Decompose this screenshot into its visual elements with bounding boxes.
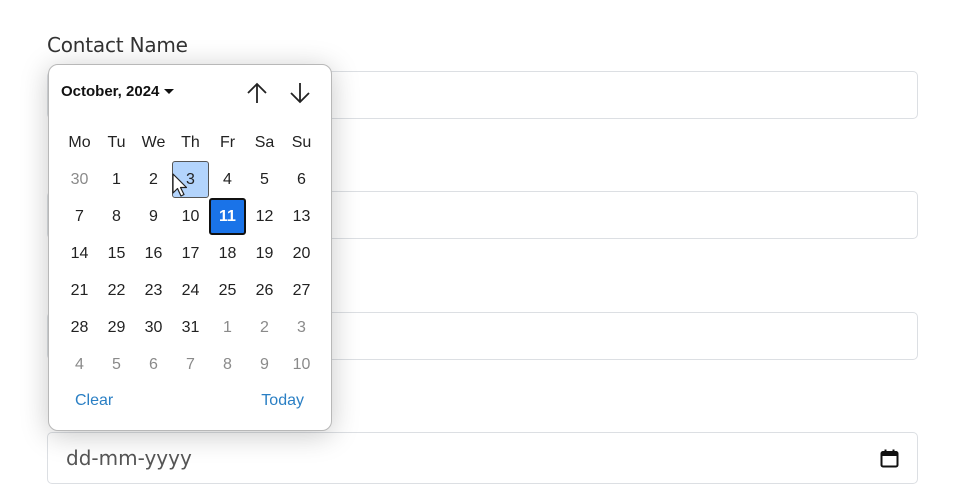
day-cell[interactable]: 17 — [172, 235, 209, 272]
weekday-header: Th — [181, 133, 200, 151]
month-year-label: October, 2024 — [61, 83, 160, 100]
day-cell[interactable]: 1 — [209, 309, 246, 346]
day-cell[interactable]: 8 — [98, 198, 135, 235]
day-cell[interactable]: 12 — [246, 198, 283, 235]
day-cell[interactable]: 30 — [135, 309, 172, 346]
day-cell[interactable]: 3 — [283, 309, 320, 346]
calendar-grid: Mo Tu We Th Fr Sa Su 30 1 2 3 4 5 6 7 8 9 10 11 12 13 14 15 16 1… — [61, 124, 320, 383]
day-cell[interactable]: 6 — [135, 346, 172, 383]
weekday-header: Su — [291, 133, 312, 151]
day-cell[interactable]: 27 — [283, 272, 320, 309]
day-cell[interactable]: 2 — [135, 161, 172, 198]
clear-button[interactable]: Clear — [75, 392, 113, 410]
day-cell-selected[interactable]: 11 — [209, 198, 246, 235]
day-cell[interactable]: 6 — [283, 161, 320, 198]
datepicker-header: October, 2024 — [61, 82, 319, 105]
day-cell[interactable]: 8 — [209, 346, 246, 383]
arrow-down-icon — [290, 83, 310, 104]
weekday-header: Mo — [68, 133, 91, 151]
day-cell[interactable]: 2 — [246, 309, 283, 346]
day-cell[interactable]: 31 — [172, 309, 209, 346]
contact-name-label: Contact Name — [47, 33, 188, 57]
day-cell[interactable]: 24 — [172, 272, 209, 309]
day-cell[interactable]: 22 — [98, 272, 135, 309]
day-cell[interactable]: 10 — [172, 198, 209, 235]
prev-month-button[interactable] — [244, 79, 270, 107]
day-cell[interactable]: 4 — [61, 346, 98, 383]
day-cell[interactable]: 10 — [283, 346, 320, 383]
day-cell[interactable]: 1 — [98, 161, 135, 198]
datepicker-footer: Clear Today — [49, 392, 331, 412]
day-cell[interactable]: 28 — [61, 309, 98, 346]
day-cell[interactable]: 26 — [246, 272, 283, 309]
weekday-header: Fr — [219, 133, 236, 151]
day-cell[interactable]: 21 — [61, 272, 98, 309]
day-cell[interactable]: 20 — [283, 235, 320, 272]
day-cell[interactable]: 16 — [135, 235, 172, 272]
day-cell[interactable]: 25 — [209, 272, 246, 309]
day-cell[interactable]: 18 — [209, 235, 246, 272]
caret-down-icon — [164, 89, 175, 94]
date-input[interactable]: dd-mm-yyyy — [47, 432, 918, 484]
day-cell[interactable]: 5 — [98, 346, 135, 383]
day-cell[interactable]: 15 — [98, 235, 135, 272]
day-cell[interactable]: 4 — [209, 161, 246, 198]
day-cell[interactable]: 23 — [135, 272, 172, 309]
day-cell[interactable]: 5 — [246, 161, 283, 198]
day-cell[interactable]: 30 — [61, 161, 98, 198]
date-placeholder: dd-mm-yyyy — [66, 446, 192, 470]
day-cell[interactable]: 9 — [246, 346, 283, 383]
day-cell[interactable]: 13 — [283, 198, 320, 235]
day-cell[interactable]: 7 — [61, 198, 98, 235]
day-cell[interactable]: 19 — [246, 235, 283, 272]
weekday-header: Tu — [107, 133, 126, 151]
day-cell[interactable]: 7 — [172, 346, 209, 383]
weekday-header: We — [141, 133, 166, 151]
day-cell[interactable]: 14 — [61, 235, 98, 272]
weekday-header: Sa — [254, 133, 275, 151]
day-cell[interactable]: 29 — [98, 309, 135, 346]
arrow-up-icon — [247, 82, 267, 103]
day-cell-hovered[interactable]: 3 — [172, 161, 209, 198]
next-month-button[interactable] — [287, 79, 313, 107]
today-button[interactable]: Today — [261, 392, 304, 410]
calendar-icon[interactable] — [879, 448, 899, 468]
datepicker-popup: October, 2024 Mo Tu We Th Fr Sa Su 30 1 2 3 4 5 6 7 8 9 1… — [48, 64, 332, 431]
month-year-selector[interactable]: October, 2024 — [61, 83, 175, 100]
day-cell[interactable]: 9 — [135, 198, 172, 235]
